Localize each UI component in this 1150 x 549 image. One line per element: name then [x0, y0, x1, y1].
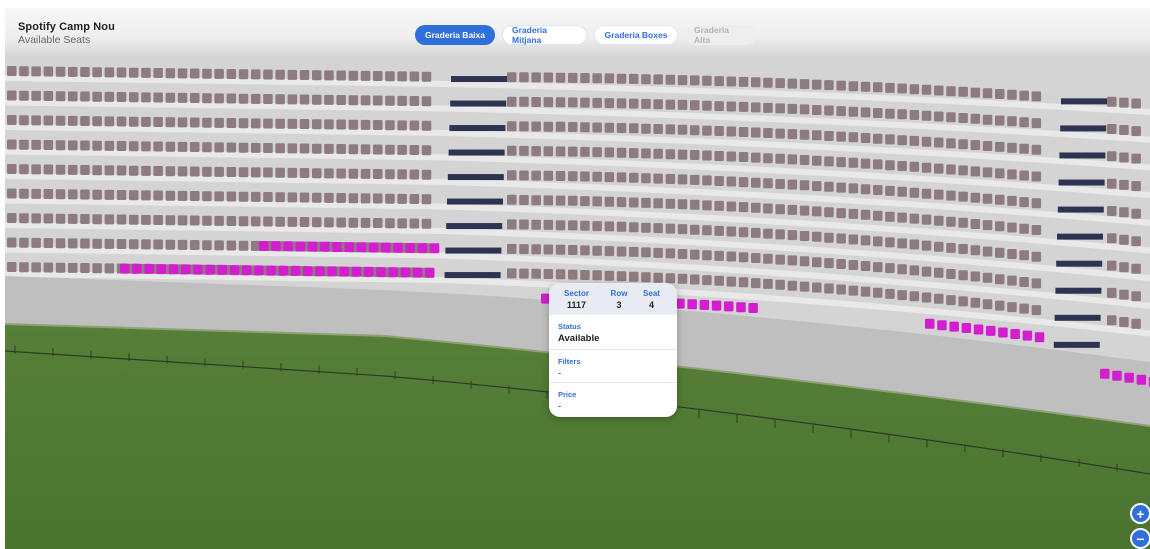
tier-tabs: Graderia Baixa Graderia Mitjana Graderia…: [415, 25, 756, 45]
price-label: Price: [558, 390, 577, 399]
status-value: Available: [558, 333, 600, 344]
seat-location-header: Sector 1117 Row 3 Seat 4: [549, 283, 677, 315]
tab-graderia-mitjana[interactable]: Graderia Mitjana: [502, 25, 587, 45]
status-section: Status Available: [549, 315, 677, 350]
sector-value: 1117: [566, 300, 587, 310]
price-section: Price -: [549, 383, 677, 412]
minus-icon: −: [1136, 530, 1145, 547]
row-column: Row 3: [604, 289, 634, 315]
stadium-seat-map[interactable]: [5, 8, 1150, 549]
seat-column: Seat 4: [634, 289, 669, 315]
seat-info-card: Sector 1117 Row 3 Seat 4 Status Availabl…: [549, 283, 677, 417]
seat-label: Seat: [643, 289, 660, 298]
tab-graderia-boxes[interactable]: Graderia Boxes: [594, 25, 678, 45]
venue-name: Spotify Camp Nou: [18, 21, 115, 33]
zoom-in-button[interactable]: +: [1132, 505, 1149, 522]
tab-graderia-baixa[interactable]: Graderia Baixa: [415, 25, 495, 45]
venue-subtitle: Available Seats: [18, 34, 91, 46]
stadium-view[interactable]: [5, 8, 1150, 549]
filters-value: -: [558, 368, 562, 379]
status-label: Status: [558, 322, 581, 331]
filters-label: Filters: [558, 357, 581, 366]
venue-title-block: Spotify Camp Nou Available Seats: [18, 21, 115, 46]
tab-graderia-alta[interactable]: Graderia Alta: [685, 25, 756, 45]
row-label: Row: [610, 289, 628, 298]
sector-label: Sector: [564, 289, 589, 298]
sector-column: Sector 1117: [549, 289, 604, 315]
filters-section: Filters -: [549, 350, 677, 383]
row-value: 3: [616, 300, 622, 310]
plus-icon: +: [1136, 505, 1145, 522]
zoom-out-button[interactable]: −: [1132, 530, 1149, 547]
price-value: -: [558, 401, 562, 412]
seat-value: 4: [648, 300, 654, 310]
